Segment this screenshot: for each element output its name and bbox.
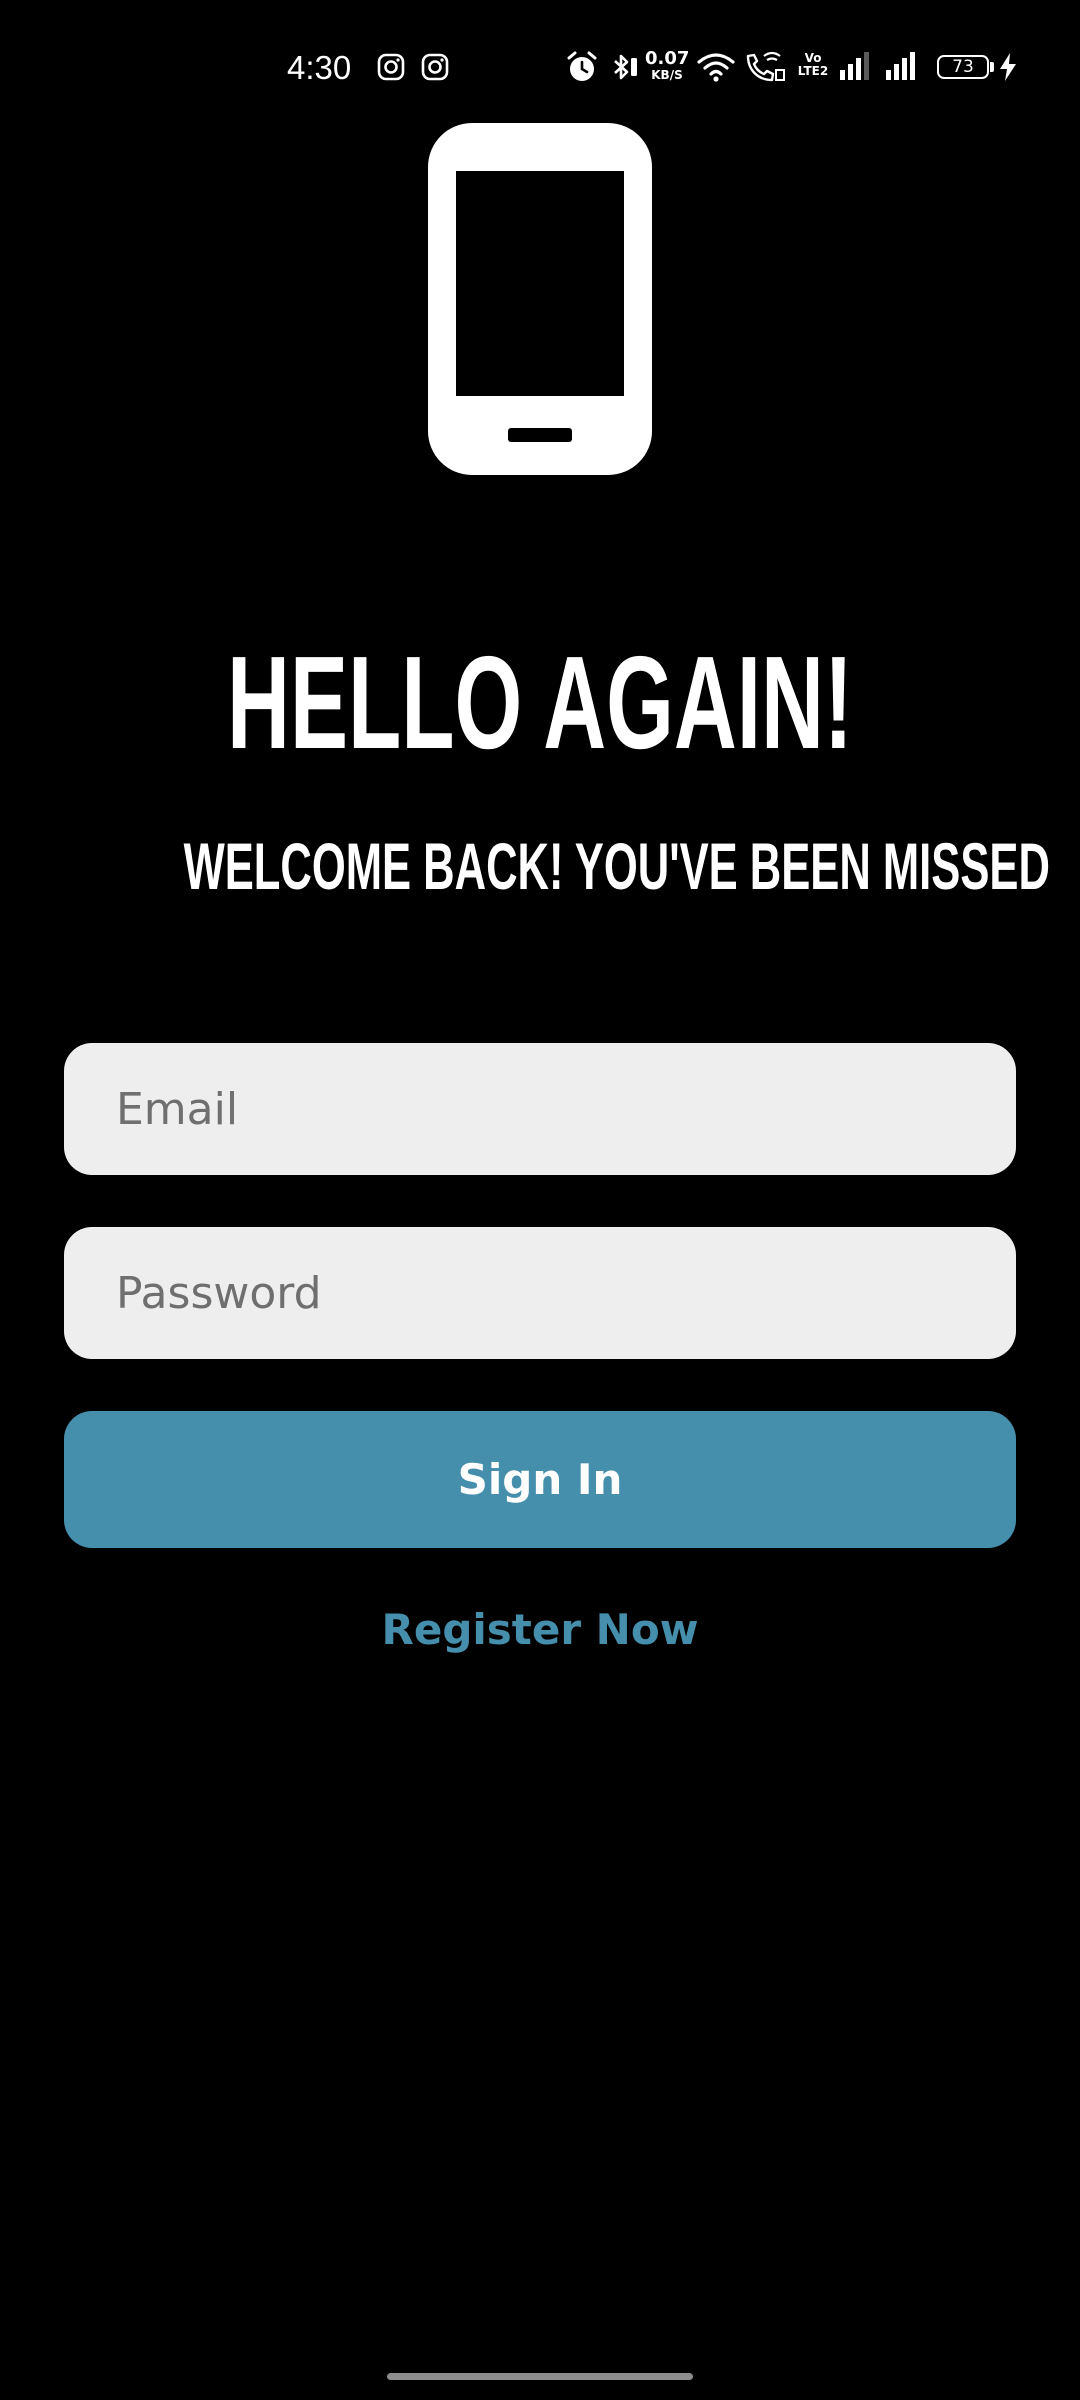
volte-bottom-label: LTE2	[797, 64, 829, 78]
email-field[interactable]	[64, 1043, 1016, 1175]
bluetooth-icon	[614, 54, 637, 80]
battery-icon: 73	[937, 55, 989, 79]
volte-icon: Vo LTE2	[796, 52, 830, 78]
signal-icon	[886, 52, 915, 80]
network-speed-value: 0.07	[645, 48, 690, 69]
battery-tip	[990, 62, 994, 72]
network-speed: 0.07 KB/S	[645, 48, 690, 83]
network-speed-unit: KB/S	[651, 68, 683, 82]
register-now-link[interactable]: Register Now	[0, 1600, 1080, 1660]
smartphone-icon	[428, 123, 652, 475]
status-bar: 4:30 0.07 KB/S Vo LTE2 73	[0, 0, 1080, 132]
wifi-calling-icon	[746, 51, 785, 82]
home-indicator[interactable]	[387, 2373, 693, 2380]
status-time: 4:30	[287, 49, 352, 86]
signal-icon	[840, 52, 869, 80]
page-subtitle: WELCOME BACK! YOU'VE BEEN MISSED	[183, 829, 1050, 903]
alarm-icon	[567, 51, 597, 81]
instagram-icon	[421, 53, 449, 81]
password-field[interactable]	[64, 1227, 1016, 1359]
battery-level: 73	[952, 57, 974, 77]
wifi-icon	[697, 53, 735, 82]
page-title: HELLO AGAIN!	[227, 629, 853, 776]
charging-icon	[1000, 53, 1016, 81]
sign-in-button[interactable]: Sign In	[64, 1411, 1016, 1548]
instagram-icon	[377, 53, 405, 81]
